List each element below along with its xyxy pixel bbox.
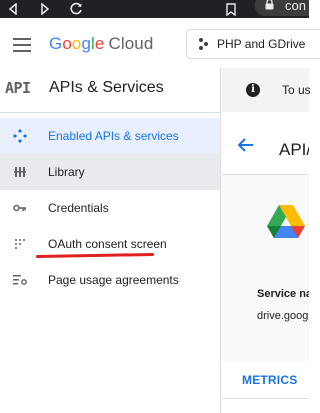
info-icon: i bbox=[246, 83, 260, 97]
reload-icon[interactable] bbox=[68, 0, 84, 18]
google-drive-icon bbox=[266, 204, 306, 245]
back-icon[interactable] bbox=[6, 0, 20, 18]
diamond-api-icon bbox=[12, 128, 28, 144]
bookmark-icon[interactable] bbox=[224, 0, 238, 18]
library-icon bbox=[12, 164, 28, 180]
sidebar-header: API APIs & Services bbox=[0, 68, 220, 113]
sidebar-item-credentials[interactable]: Credentials bbox=[0, 190, 220, 226]
sidebar-item-label: Library bbox=[48, 165, 85, 179]
forward-icon[interactable] bbox=[38, 0, 52, 18]
content-header: API/ bbox=[222, 112, 309, 175]
key-icon bbox=[12, 200, 28, 216]
sidebar-item-label: Enabled APIs & services bbox=[48, 129, 179, 143]
sidebar-item-library[interactable]: Library bbox=[0, 154, 220, 190]
api-overview-card: Service na drive.goog bbox=[222, 175, 309, 361]
service-name-label: Service na bbox=[257, 288, 309, 300]
sidebar-nav: Enabled APIs & services Library Credenti… bbox=[0, 118, 220, 298]
tab-bar: METRICS bbox=[222, 362, 309, 399]
address-bar[interactable]: con bbox=[255, 0, 309, 16]
page-title: API/ bbox=[279, 140, 309, 159]
sidebar-item-label: OAuth consent screen bbox=[48, 237, 167, 251]
settings-list-icon bbox=[12, 272, 28, 288]
back-arrow-icon[interactable] bbox=[237, 138, 254, 157]
service-name-value: drive.goog bbox=[257, 310, 309, 322]
main-content: API/ Service na drive.goog METRICS bbox=[222, 112, 309, 413]
project-name: PHP and GDrive bbox=[217, 37, 306, 51]
lock-icon bbox=[265, 0, 277, 13]
sidebar-title: APIs & Services bbox=[49, 79, 164, 96]
browser-toolbar: con bbox=[0, 0, 309, 18]
info-banner: i To us bbox=[222, 68, 311, 112]
sidebar-item-page-usage[interactable]: Page usage agreements bbox=[0, 262, 220, 298]
address-text: con bbox=[285, 0, 306, 13]
top-header: Google Cloud PHP and GDrive bbox=[0, 18, 320, 69]
sidebar-item-label: Credentials bbox=[48, 201, 109, 215]
menu-icon[interactable] bbox=[13, 38, 31, 56]
api-badge: API bbox=[5, 79, 31, 97]
sidebar: API APIs & Services Enabled APIs & servi… bbox=[0, 68, 221, 413]
project-icon bbox=[199, 38, 209, 50]
info-text: To us bbox=[282, 83, 311, 97]
google-cloud-logo[interactable]: Google Cloud bbox=[49, 34, 153, 54]
sidebar-item-label: Page usage agreements bbox=[48, 273, 179, 287]
consent-icon bbox=[12, 236, 28, 252]
tab-metrics[interactable]: METRICS bbox=[242, 373, 297, 387]
sidebar-item-enabled-apis[interactable]: Enabled APIs & services bbox=[0, 118, 220, 154]
project-selector[interactable]: PHP and GDrive bbox=[186, 29, 320, 59]
